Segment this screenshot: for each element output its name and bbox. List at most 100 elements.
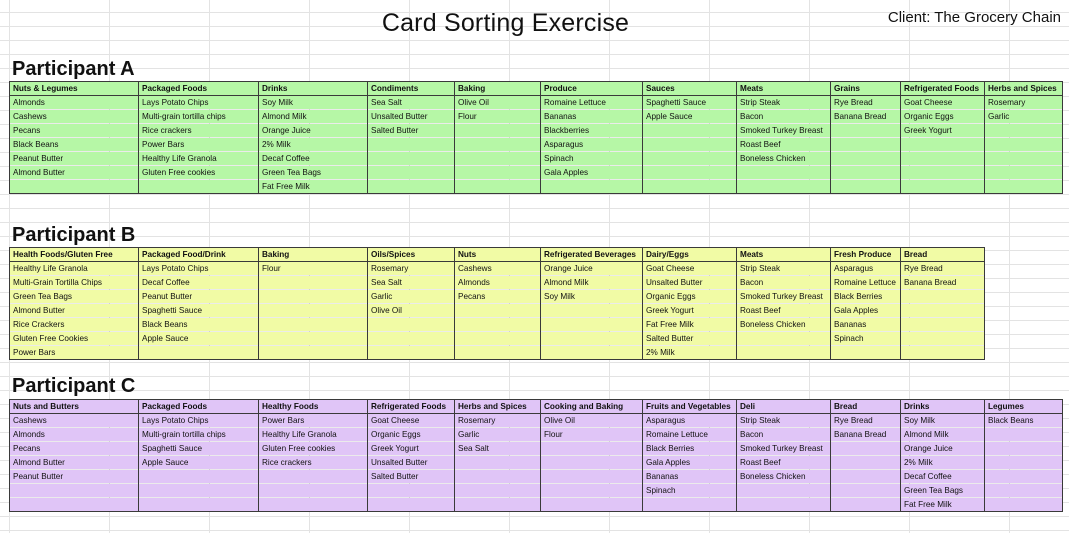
category-header[interactable]: Herbs and Spices — [454, 399, 541, 414]
card-cell[interactable]: Spaghetti Sauce — [138, 303, 259, 318]
card-cell[interactable]: Lays Potato Chips — [138, 261, 259, 276]
card-cell[interactable]: Salted Butter — [367, 469, 455, 484]
card-cell[interactable]: Asparagus — [540, 137, 643, 152]
card-cell[interactable]: Apple Sauce — [642, 109, 737, 124]
category-header[interactable]: Condiments — [367, 81, 455, 96]
card-cell[interactable]: Decaf Coffee — [900, 469, 985, 484]
card-cell[interactable]: Smoked Turkey Breast — [736, 289, 831, 304]
card-cell[interactable] — [454, 331, 541, 346]
card-cell[interactable]: Fat Free Milk — [900, 497, 985, 512]
card-cell[interactable] — [830, 165, 901, 180]
card-cell[interactable]: Almond Butter — [9, 165, 139, 180]
card-cell[interactable]: Bananas — [642, 469, 737, 484]
card-cell[interactable]: Asparagus — [642, 413, 737, 428]
card-cell[interactable] — [454, 497, 541, 512]
card-cell[interactable] — [900, 289, 985, 304]
card-cell[interactable] — [900, 179, 985, 194]
card-cell[interactable]: Apple Sauce — [138, 331, 259, 346]
card-cell[interactable] — [540, 303, 643, 318]
card-cell[interactable] — [258, 497, 368, 512]
card-cell[interactable]: Flour — [454, 109, 541, 124]
category-header[interactable]: Drinks — [258, 81, 368, 96]
card-cell[interactable]: Banana Bread — [900, 275, 985, 290]
card-cell[interactable] — [830, 137, 901, 152]
card-cell[interactable]: Gala Apples — [540, 165, 643, 180]
card-cell[interactable] — [367, 483, 455, 498]
card-cell[interactable] — [138, 345, 259, 360]
card-cell[interactable]: Boneless Chicken — [736, 317, 831, 332]
card-cell[interactable]: Pecans — [454, 289, 541, 304]
card-cell[interactable] — [367, 179, 455, 194]
card-cell[interactable]: Pecans — [9, 123, 139, 138]
card-cell[interactable] — [984, 455, 1063, 470]
card-cell[interactable]: Romaine Lettuce — [540, 95, 643, 110]
card-cell[interactable]: Almond Milk — [900, 427, 985, 442]
card-cell[interactable] — [900, 317, 985, 332]
card-cell[interactable]: Strip Steak — [736, 95, 831, 110]
card-cell[interactable]: Peanut Butter — [9, 151, 139, 166]
card-cell[interactable] — [642, 179, 737, 194]
card-cell[interactable] — [9, 179, 139, 194]
category-header[interactable]: Herbs and Spices — [984, 81, 1063, 96]
card-cell[interactable]: 2% Milk — [258, 137, 368, 152]
category-header[interactable]: Nuts — [454, 247, 541, 262]
card-cell[interactable]: Healthy Life Granola — [258, 427, 368, 442]
category-header[interactable]: Fruits and Vegetables — [642, 399, 737, 414]
card-cell[interactable]: Multi-grain tortilla chips — [138, 109, 259, 124]
card-cell[interactable]: Almonds — [454, 275, 541, 290]
card-cell[interactable]: Soy Milk — [540, 289, 643, 304]
card-cell[interactable]: Rice crackers — [258, 455, 368, 470]
card-cell[interactable]: Gluten Free cookies — [138, 165, 259, 180]
card-cell[interactable]: Organic Eggs — [642, 289, 737, 304]
card-cell[interactable] — [736, 331, 831, 346]
card-cell[interactable] — [258, 331, 368, 346]
card-cell[interactable]: Healthy Life Granola — [138, 151, 259, 166]
card-cell[interactable]: Pecans — [9, 441, 139, 456]
card-cell[interactable] — [736, 179, 831, 194]
card-cell[interactable] — [984, 497, 1063, 512]
card-cell[interactable]: 2% Milk — [900, 455, 985, 470]
card-cell[interactable]: Greek Yogurt — [900, 123, 985, 138]
category-header[interactable]: Dairy/Eggs — [642, 247, 737, 262]
card-cell[interactable]: Bananas — [540, 109, 643, 124]
card-cell[interactable]: Almond Butter — [9, 303, 139, 318]
card-cell[interactable] — [138, 469, 259, 484]
card-cell[interactable]: Multi-grain tortilla chips — [138, 427, 259, 442]
card-cell[interactable]: Flour — [258, 261, 368, 276]
card-cell[interactable]: Salted Butter — [642, 331, 737, 346]
card-cell[interactable] — [642, 497, 737, 512]
card-cell[interactable]: Boneless Chicken — [736, 151, 831, 166]
card-cell[interactable] — [984, 469, 1063, 484]
card-cell[interactable]: Bananas — [830, 317, 901, 332]
card-cell[interactable]: Banana Bread — [830, 427, 901, 442]
card-cell[interactable]: Sea Salt — [367, 275, 455, 290]
card-cell[interactable] — [367, 137, 455, 152]
card-cell[interactable] — [830, 123, 901, 138]
card-cell[interactable]: Bacon — [736, 275, 831, 290]
card-cell[interactable]: Peanut Butter — [138, 289, 259, 304]
category-header[interactable]: Refrigerated Foods — [367, 399, 455, 414]
card-cell[interactable]: Gala Apples — [830, 303, 901, 318]
card-cell[interactable]: Greek Yogurt — [642, 303, 737, 318]
card-cell[interactable]: Boneless Chicken — [736, 469, 831, 484]
category-header[interactable]: Produce — [540, 81, 643, 96]
card-cell[interactable]: Power Bars — [138, 137, 259, 152]
card-cell[interactable] — [984, 427, 1063, 442]
card-cell[interactable] — [540, 179, 643, 194]
card-cell[interactable] — [984, 179, 1063, 194]
category-header[interactable]: Drinks — [900, 399, 985, 414]
card-cell[interactable]: Almond Butter — [9, 455, 139, 470]
card-cell[interactable]: Organic Eggs — [900, 109, 985, 124]
card-cell[interactable]: Gala Apples — [642, 455, 737, 470]
card-cell[interactable] — [736, 345, 831, 360]
card-cell[interactable]: Roast Beef — [736, 137, 831, 152]
card-cell[interactable] — [900, 165, 985, 180]
card-cell[interactable] — [540, 469, 643, 484]
card-cell[interactable] — [454, 123, 541, 138]
card-cell[interactable]: Rye Bread — [830, 413, 901, 428]
card-cell[interactable]: Soy Milk — [900, 413, 985, 428]
card-cell[interactable] — [367, 317, 455, 332]
card-cell[interactable] — [454, 303, 541, 318]
card-cell[interactable]: Orange Juice — [900, 441, 985, 456]
card-cell[interactable] — [258, 289, 368, 304]
